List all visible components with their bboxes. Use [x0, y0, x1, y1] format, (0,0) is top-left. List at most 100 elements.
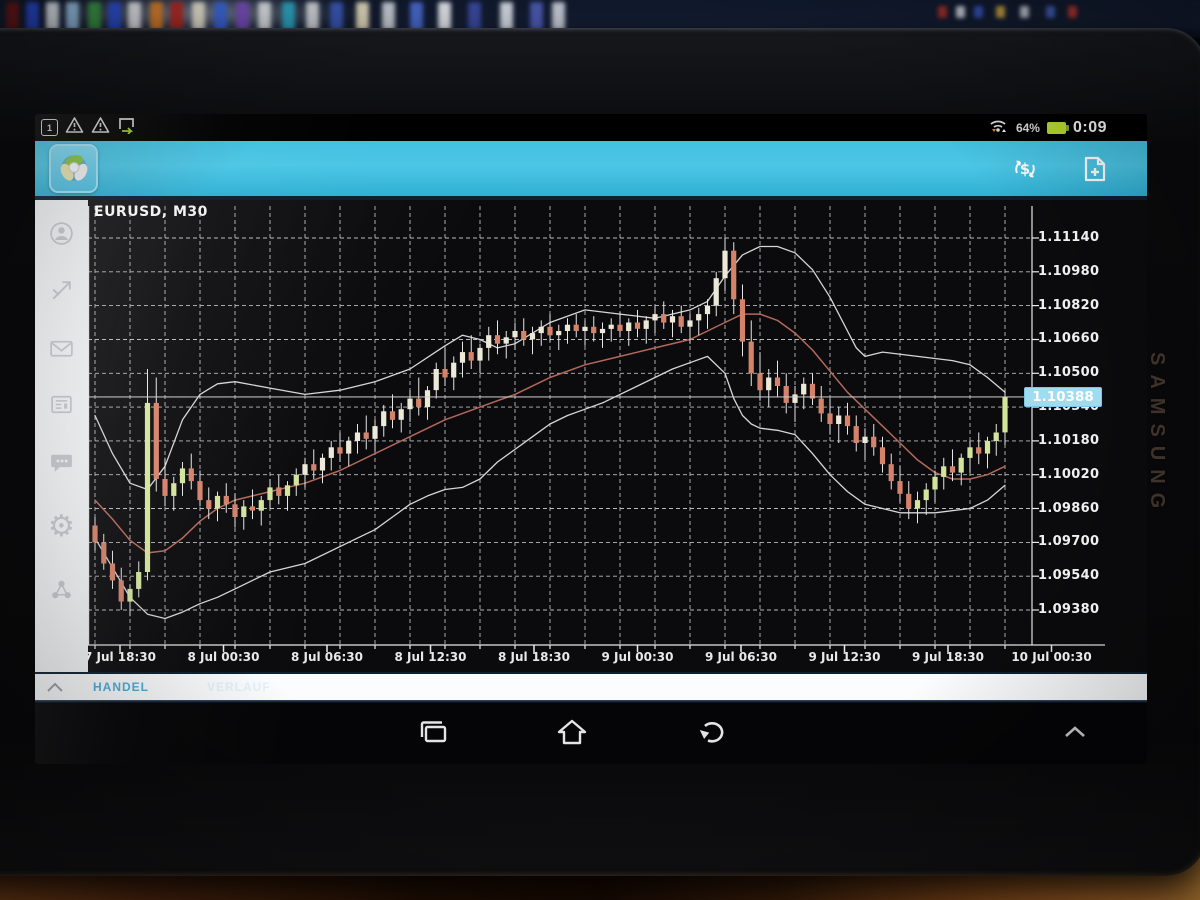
warning-icon[interactable] [91, 116, 110, 139]
sidebar-item-settings[interactable]: ⚙ [35, 505, 88, 549]
battery-percent: 64% [1016, 121, 1040, 135]
chat-icon [48, 449, 75, 476]
monitor-blur-bar [410, 2, 423, 30]
samsung-logo: SAMSUNG [1145, 352, 1168, 517]
account-icon [48, 220, 75, 247]
sidebar-item-mail[interactable] [35, 326, 88, 370]
price-tick-label: 1.10020 [1038, 467, 1099, 482]
tab-handel[interactable]: HANDEL [93, 680, 149, 694]
monitor-blur-bar [214, 2, 227, 30]
monitor-blur-bar [438, 2, 451, 30]
status-clock: 0:09 [1073, 119, 1107, 137]
tablet-device: SAMSUNG 1 [0, 28, 1200, 876]
sidebar-item-community[interactable] [35, 567, 88, 611]
monitor-blur-bar [330, 2, 343, 30]
status-bar: 1 [35, 114, 1147, 141]
monitor-blur-bar [282, 2, 295, 30]
news-icon [48, 391, 75, 418]
bottom-panel-bar: HANDEL VERLAUF [35, 672, 1147, 700]
home-icon [555, 717, 589, 747]
time-tick-label: 7 Jul 18:30 [88, 650, 156, 664]
price-tick-label: 1.10180 [1038, 433, 1099, 448]
chevron-up-icon [46, 681, 64, 693]
app-bar: $ [35, 141, 1147, 196]
price-tick-label: 1.09860 [1038, 501, 1099, 516]
back-button[interactable] [692, 712, 732, 752]
back-icon [695, 717, 729, 747]
home-button[interactable] [552, 712, 592, 752]
chart-grid [88, 206, 1032, 645]
battery-icon [1047, 122, 1066, 134]
time-tick-label: 8 Jul 12:30 [394, 650, 466, 664]
photo-scene: SAMSUNG 1 [0, 0, 1200, 900]
monitor-blur-dot [996, 6, 1005, 18]
time-tick-label: 9 Jul 18:30 [912, 650, 984, 664]
screenshot-icon[interactable] [117, 116, 137, 139]
chart-symbol-label: EURUSD, M30 [94, 204, 208, 220]
time-tick-label: 10 Jul 00:30 [1011, 650, 1091, 664]
time-tick-label: 8 Jul 18:30 [498, 650, 570, 664]
trade-dollar-button[interactable]: $ [1009, 154, 1041, 184]
monitor-blur-dot [1046, 6, 1055, 18]
recents-icon [415, 717, 449, 747]
gear-icon: ⚙ [48, 512, 75, 542]
time-tick-label: 9 Jul 06:30 [705, 650, 777, 664]
metatrader-logo-button[interactable] [49, 144, 98, 193]
price-tick-label: 1.09700 [1038, 534, 1099, 549]
sidebar-item-charts[interactable] [35, 268, 88, 312]
current-price-badge: 1.10388 [1024, 387, 1102, 407]
main-content: ⚙ EURUSD, M [35, 200, 1147, 672]
price-tick-label: 1.09540 [1038, 568, 1099, 583]
monitor-blur-dot [974, 6, 983, 18]
sidebar-item-chat[interactable] [35, 440, 88, 484]
monitor-blur-dot [938, 6, 947, 18]
monitor-blur-bar [468, 2, 481, 30]
monitor-blur-bar [236, 2, 249, 30]
notification-count-icon[interactable]: 1 [41, 119, 58, 136]
tab-verlauf[interactable]: VERLAUF [207, 680, 271, 694]
panel-expand-button[interactable] [35, 681, 75, 693]
time-tick-label: 8 Jul 00:30 [187, 650, 259, 664]
monitor-blur-bar [530, 2, 543, 30]
nav-panel-chevron-button[interactable] [1057, 718, 1093, 746]
recents-button[interactable] [412, 712, 452, 752]
tablet-screen: 1 [35, 114, 1147, 764]
time-tick-label: 8 Jul 06:30 [291, 650, 363, 664]
chart-axes [88, 206, 1105, 652]
chart-panel[interactable]: EURUSD, M30 1.10388 1.111401.109801.1082… [88, 200, 1147, 672]
price-tick-label: 1.11140 [1038, 230, 1099, 245]
time-tick-label: 9 Jul 00:30 [601, 650, 673, 664]
chevron-up-icon [1062, 724, 1088, 740]
monitor-blur-bar [46, 2, 59, 30]
price-tick-label: 1.09380 [1038, 602, 1099, 617]
monitor-blur-bar [258, 2, 271, 30]
price-tick-label: 1.10980 [1038, 264, 1099, 279]
monitor-blur-bar [170, 2, 183, 30]
time-tick-label: 9 Jul 12:30 [808, 650, 880, 664]
monitor-blur-bar [128, 2, 141, 30]
charts-arrows-icon [48, 277, 75, 304]
monitor-blur-bar [306, 2, 319, 30]
monitor-blur-dot [1068, 6, 1077, 18]
sidebar: ⚙ [35, 200, 88, 672]
monitor-blur-bar [108, 2, 121, 30]
monitor-blur-bar [150, 2, 163, 30]
monitor-blur-bar [552, 2, 565, 30]
monitor-blur-bar [382, 2, 395, 30]
monitor-blur-bar [88, 2, 101, 30]
warning-icon[interactable] [65, 116, 84, 139]
monitor-blur-dot [956, 6, 965, 18]
svg-text:$: $ [1020, 160, 1030, 178]
sidebar-item-news[interactable] [35, 382, 88, 426]
monitor-blur-bar [356, 2, 369, 30]
new-order-button[interactable] [1079, 154, 1111, 184]
mail-icon [48, 335, 75, 362]
monitor-blur-bar [6, 2, 19, 30]
monitor-blur-bar [500, 2, 513, 30]
sidebar-item-account[interactable] [35, 211, 88, 255]
metatrader-logo-icon [56, 151, 92, 187]
candlestick-chart [88, 200, 1147, 672]
price-tick-label: 1.10660 [1038, 331, 1099, 346]
monitor-blur-bar [66, 2, 79, 30]
android-nav-bar [35, 700, 1147, 764]
